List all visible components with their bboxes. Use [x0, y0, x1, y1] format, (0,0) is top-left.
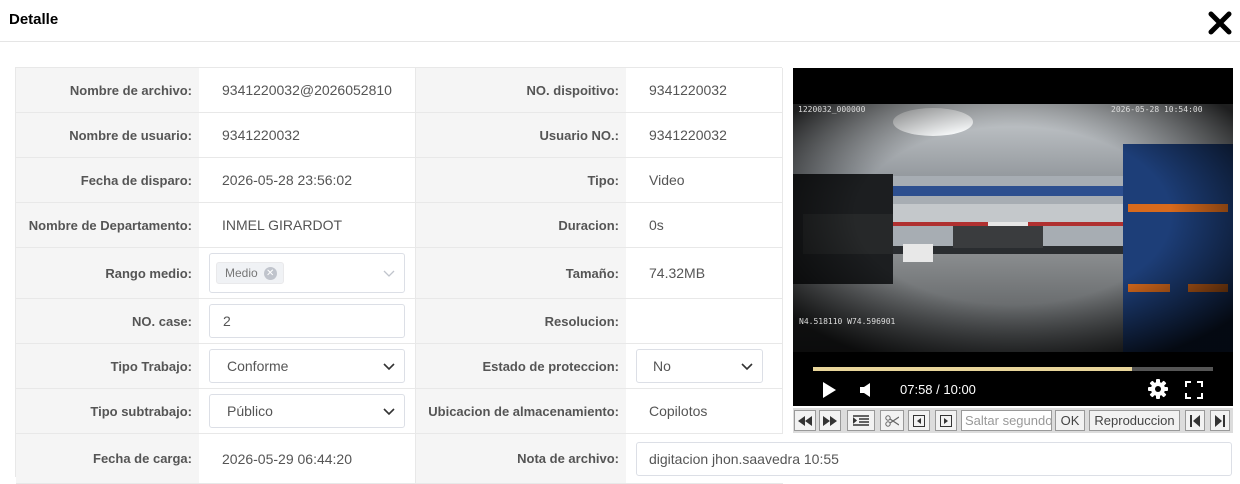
- play-icon[interactable]: [821, 381, 837, 399]
- fast-forward-icon: [823, 415, 837, 426]
- file-note-label: Nota de archivo:: [415, 434, 626, 483]
- settings-gear-icon[interactable]: [1148, 379, 1168, 399]
- protection-value: No: [653, 358, 671, 374]
- duration-value: 0s: [626, 203, 783, 247]
- resolution-label: Resolucion:: [415, 299, 626, 343]
- osd-timestamp: 2026-05-28 10:54:00: [1111, 105, 1203, 114]
- range-tag-label: Medio: [225, 266, 258, 280]
- user-no-label: Usuario NO.:: [415, 113, 626, 157]
- file-name-value: 9341220032@2026052810: [222, 82, 392, 98]
- protection-select[interactable]: No: [636, 349, 763, 383]
- rewind-button[interactable]: [794, 410, 816, 431]
- work-type-label: Tipo Trabajo:: [16, 344, 199, 388]
- work-type-value: Conforme: [227, 358, 289, 374]
- dialog-header: Detalle: [0, 0, 1240, 42]
- trigger-date-value: 2026-05-28 23:56:02: [222, 172, 352, 188]
- subwork-type-value: Público: [227, 403, 273, 419]
- storage-value: Copilotos: [626, 389, 783, 433]
- department-value: INMEL GIRARDOT: [222, 217, 343, 233]
- work-type-select[interactable]: Conforme: [209, 349, 405, 383]
- upload-date-value: 2026-05-29 06:44:20: [222, 450, 352, 467]
- table-row: NO. case: 2 Resolucion:: [16, 299, 783, 344]
- volume-icon[interactable]: [859, 382, 873, 398]
- video-frame: [793, 104, 1233, 352]
- skip-start-icon: [1190, 414, 1200, 427]
- range-cell: Medio ✕: [199, 248, 415, 298]
- table-row: Nombre de Departamento: INMEL GIRARDOT D…: [16, 203, 783, 248]
- cut-button[interactable]: [880, 410, 904, 431]
- list-button[interactable]: [847, 410, 875, 431]
- close-icon[interactable]: [1206, 9, 1234, 37]
- duration-label: Duracion:: [415, 203, 626, 247]
- last-button[interactable]: [1210, 410, 1230, 431]
- type-value: Video: [626, 158, 783, 202]
- table-row: Rango medio: Medio ✕ Tamaño: 74.32MB: [16, 248, 783, 299]
- table-row: Nombre de usuario: 9341220032 Usuario NO…: [16, 113, 783, 158]
- osd-coordinates: N4.518110 W74.596901: [799, 317, 896, 326]
- size-value: 74.32MB: [626, 248, 783, 298]
- user-name-label: Nombre de usuario:: [16, 113, 199, 157]
- prev-frame-icon: [913, 414, 925, 427]
- range-tag: Medio ✕: [216, 262, 284, 284]
- ok-button[interactable]: OK: [1055, 410, 1085, 431]
- subwork-type-select[interactable]: Público: [209, 394, 405, 428]
- video-time: 07:58 / 10:00: [900, 382, 976, 397]
- seek-seconds-input[interactable]: Saltar segundos: [961, 410, 1052, 431]
- tag-close-icon[interactable]: ✕: [263, 266, 277, 280]
- osd-device-id: 1220032_000000: [798, 105, 866, 114]
- list-indent-icon: [853, 415, 869, 426]
- upload-date-label: Fecha de carga:: [16, 434, 199, 483]
- player-toolbar: Saltar segundos OK Reproduccion: [793, 408, 1233, 433]
- next-frame-button[interactable]: [935, 410, 957, 431]
- file-note-input[interactable]: digitacion jhon.saavedra 10:55: [636, 441, 1232, 476]
- chevron-down-icon: [383, 270, 395, 277]
- first-button[interactable]: [1185, 410, 1205, 431]
- department-label: Nombre de Departamento:: [16, 203, 199, 247]
- protection-cell: No: [626, 344, 783, 388]
- playback-button[interactable]: Reproduccion: [1089, 410, 1180, 431]
- dialog-title: Detalle: [9, 11, 59, 28]
- case-no-cell: 2: [199, 299, 415, 343]
- video-progress-bar[interactable]: [813, 367, 1213, 371]
- table-row: Tipo subtrabajo: Público Ubicacion de al…: [16, 389, 783, 434]
- subwork-type-label: Tipo subtrabajo:: [16, 389, 199, 433]
- chevron-down-icon: [383, 408, 395, 416]
- chevron-down-icon: [383, 363, 395, 371]
- user-no-value: 9341220032: [626, 113, 783, 157]
- storage-label: Ubicacion de almacenamiento:: [415, 389, 626, 433]
- range-multiselect[interactable]: Medio ✕: [209, 253, 405, 293]
- table-row: Nombre de archivo: 9341220032@2026052810…: [16, 68, 783, 113]
- user-name-value: 9341220032: [222, 127, 300, 143]
- table-row: Fecha de disparo: 2026-05-28 23:56:02 Ti…: [16, 158, 783, 203]
- trigger-date-label: Fecha de disparo:: [16, 158, 199, 202]
- resolution-value: [626, 299, 783, 343]
- range-label: Rango medio:: [16, 248, 199, 298]
- prev-frame-button[interactable]: [908, 410, 930, 431]
- fast-forward-button[interactable]: [819, 410, 841, 431]
- next-frame-icon: [940, 414, 952, 427]
- chevron-down-icon: [741, 363, 753, 371]
- size-label: Tamaño:: [415, 248, 626, 298]
- detail-table: Nombre de archivo: 9341220032@2026052810…: [15, 67, 1232, 484]
- file-note-cell: digitacion jhon.saavedra 10:55: [626, 434, 1240, 483]
- video-player[interactable]: 1220032_000000 2026-05-28 10:54:00 N4.51…: [793, 68, 1233, 406]
- type-label: Tipo:: [415, 158, 626, 202]
- skip-end-icon: [1215, 414, 1225, 427]
- subwork-type-cell: Público: [199, 389, 415, 433]
- video-progress-fill: [813, 367, 1132, 371]
- protection-label: Estado de proteccion:: [415, 344, 626, 388]
- fullscreen-icon[interactable]: [1185, 381, 1203, 399]
- table-row: Tipo Trabajo: Conforme Estado de protecc…: [16, 344, 783, 389]
- table-row: Fecha de carga: 2026-05-29 06:44:20 Nota…: [16, 434, 1232, 484]
- device-no-value: 9341220032: [626, 68, 783, 112]
- scissors-icon: [885, 414, 899, 427]
- file-name-label: Nombre de archivo:: [16, 68, 199, 112]
- rewind-icon: [798, 415, 812, 426]
- case-no-input[interactable]: 2: [209, 304, 405, 338]
- work-type-cell: Conforme: [199, 344, 415, 388]
- case-no-label: NO. case:: [16, 299, 199, 343]
- device-no-label: NO. dispoitivo:: [415, 68, 626, 112]
